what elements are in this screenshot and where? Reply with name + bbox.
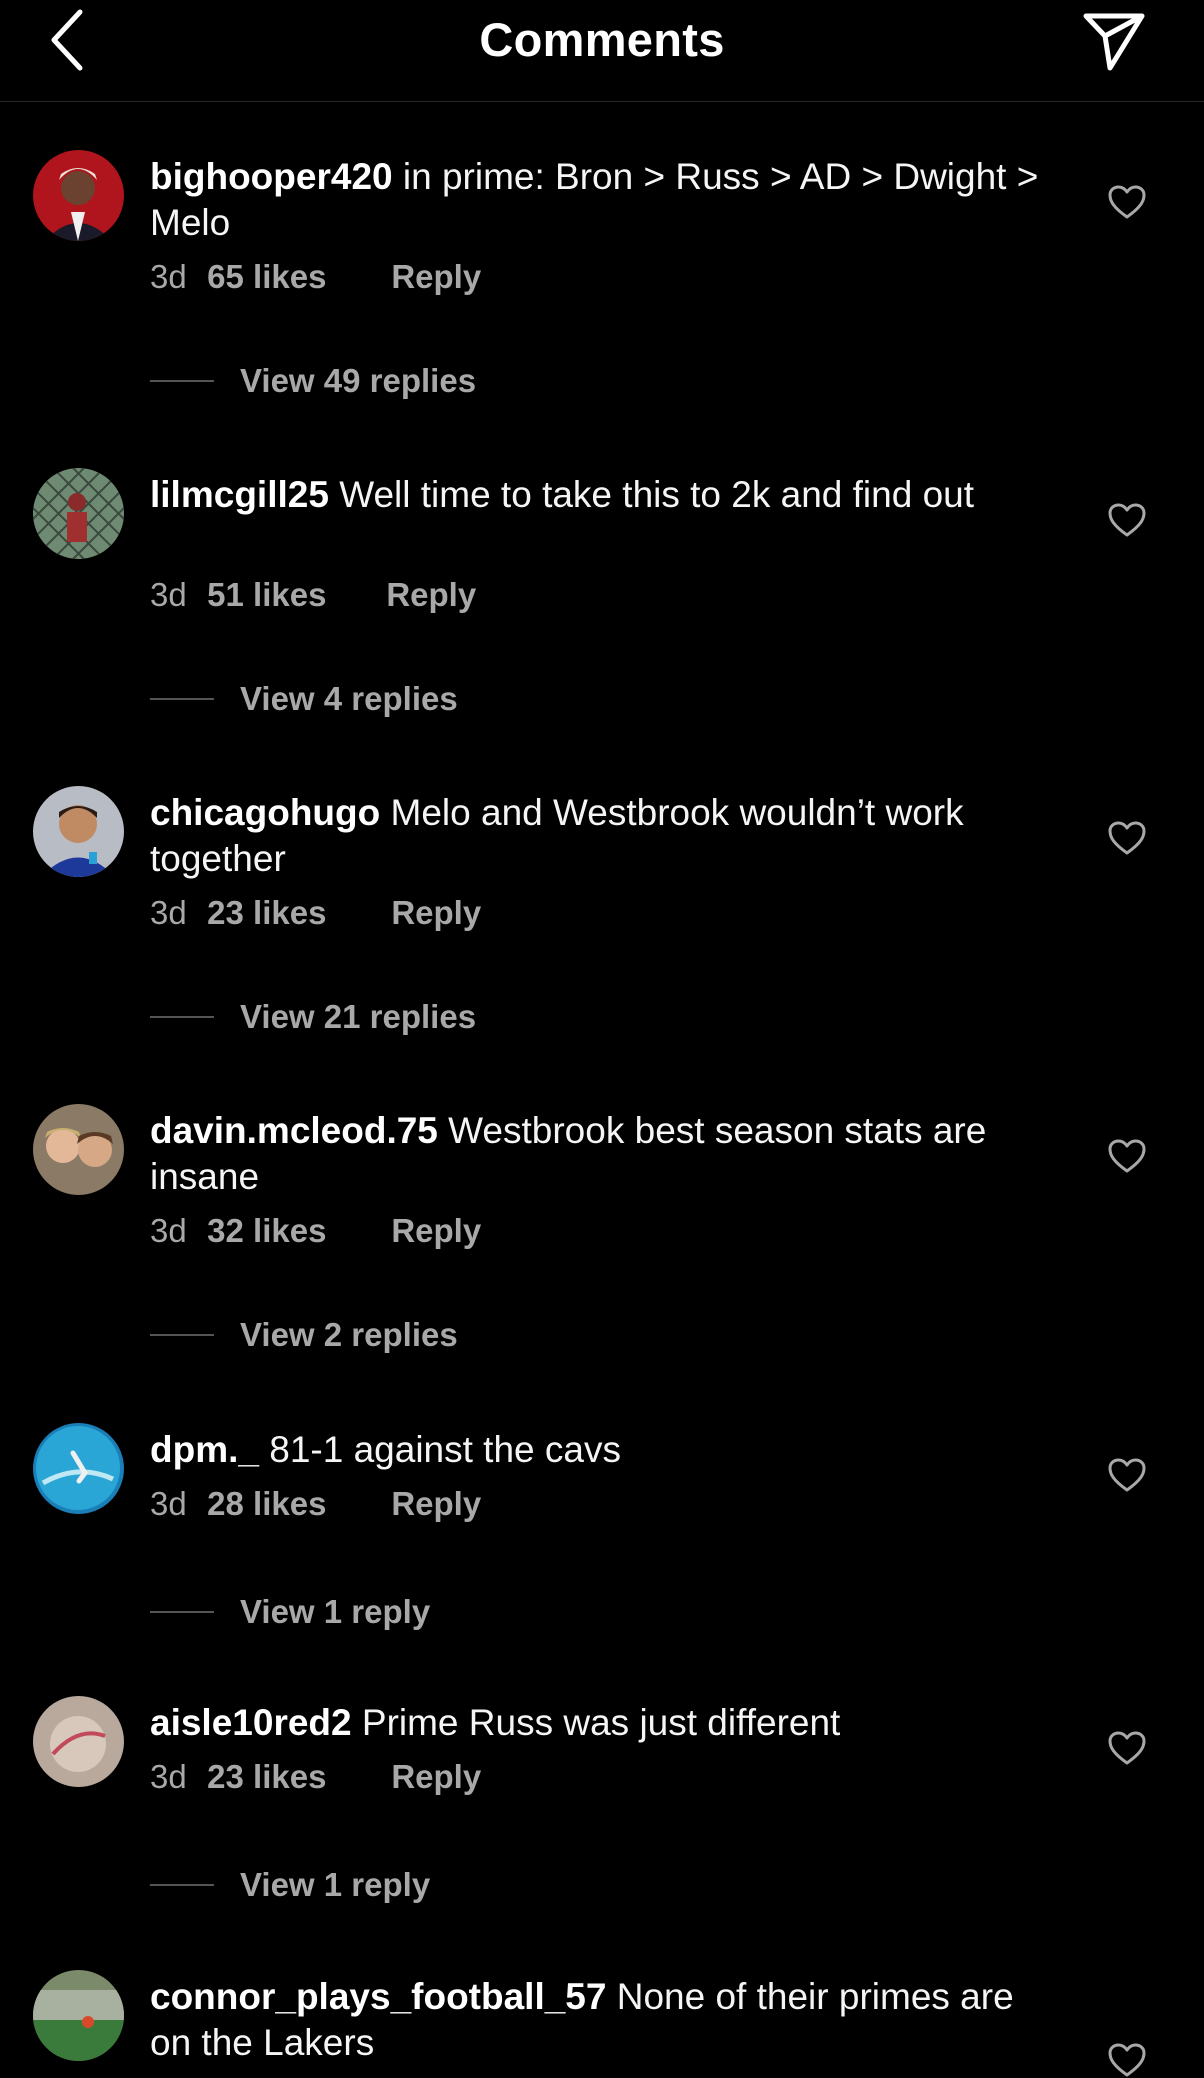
reply-button[interactable]: Reply [391,1212,481,1250]
comment-meta: 3d 28 likes Reply [150,1485,481,1523]
view-replies-button[interactable]: View 4 replies [150,680,458,718]
comment-likes[interactable]: 23 likes [207,1758,382,1796]
comment-username[interactable]: chicagohugo [150,792,380,833]
heart-icon[interactable] [1107,1730,1147,1766]
reply-button[interactable]: Reply [391,894,481,932]
reply-button[interactable]: Reply [391,258,481,296]
heart-icon[interactable] [1107,1457,1147,1493]
view-replies-button[interactable]: View 49 replies [150,362,476,400]
comment-content: 81-1 against the cavs [269,1429,621,1470]
comment-text: dpm._ 81-1 against the cavs [150,1427,1050,1473]
comment-likes[interactable]: 23 likes [207,894,382,932]
replies-divider [150,698,214,701]
view-replies-label: View 49 replies [240,362,477,399]
comment-meta: 3d 51 likes Reply [150,576,476,614]
heart-icon[interactable] [1107,820,1147,856]
reply-button[interactable]: Reply [391,1485,481,1523]
reply-button[interactable]: Reply [386,576,476,614]
comment-time: 3d [150,1212,187,1249]
reply-button[interactable]: Reply [391,1758,481,1796]
comment-time: 3d [150,576,187,613]
avatar[interactable] [33,468,124,559]
comment-likes[interactable]: 65 likes [207,258,382,296]
comment-username[interactable]: davin.mcleod.75 [150,1110,438,1151]
comment-meta: 3d 65 likes Reply [150,258,481,296]
comment-text: davin.mcleod.75 Westbrook best season st… [150,1108,1050,1200]
view-replies-label: View 1 reply [240,1593,431,1630]
comment-text: chicagohugo Melo and Westbrook wouldn’t … [150,790,1050,882]
comment-time: 3d [150,258,187,295]
comment-text: aisle10red2 Prime Russ was just differen… [150,1700,1050,1746]
paper-plane-icon [1083,13,1145,71]
avatar[interactable] [33,150,124,241]
avatar[interactable] [33,1970,124,2061]
avatar[interactable] [33,1423,124,1514]
comment-time: 3d [150,1485,187,1522]
heart-icon[interactable] [1107,184,1147,220]
comment-likes[interactable]: 28 likes [207,1485,382,1523]
view-replies-label: View 2 replies [240,1316,458,1353]
comment-username[interactable]: bighooper420 [150,156,393,197]
comment-content: Prime Russ was just different [361,1702,841,1743]
view-replies-button[interactable]: View 2 replies [150,1316,458,1354]
comment-meta: 3d 23 likes Reply [150,1758,481,1796]
heart-icon[interactable] [1107,1138,1147,1174]
heart-icon[interactable] [1107,502,1147,538]
replies-divider [150,1334,214,1337]
replies-divider [150,1611,214,1614]
replies-divider [150,1016,214,1019]
comment-username[interactable]: dpm._ [150,1429,259,1470]
heart-icon[interactable] [1107,2042,1147,2078]
view-replies-label: View 21 replies [240,998,477,1035]
comment-text: bighooper420 in prime: Bron > Russ > AD … [150,154,1050,246]
view-replies-label: View 4 replies [240,680,458,717]
view-replies-label: View 1 reply [240,1866,431,1903]
avatar[interactable] [33,786,124,877]
page-title: Comments [479,13,725,66]
avatar[interactable] [33,1696,124,1787]
comment-likes[interactable]: 32 likes [207,1212,382,1250]
comment-username[interactable]: connor_plays_football_57 [150,1976,606,2017]
comment-time: 3d [150,894,187,931]
avatar[interactable] [33,1104,124,1195]
top-bar: Comments [0,0,1204,102]
comment-meta: 3d 23 likes Reply [150,894,481,932]
share-button[interactable] [1080,6,1148,74]
replies-divider [150,380,214,383]
comment-meta: 3d 32 likes Reply [150,1212,481,1250]
comment-content: Well time to take this to 2k and find ou… [339,474,975,515]
comment-time: 3d [150,1758,187,1795]
view-replies-button[interactable]: View 1 reply [150,1866,430,1904]
comment-text: lilmcgill25 Well time to take this to 2k… [150,472,1050,518]
view-replies-button[interactable]: View 21 replies [150,998,476,1036]
view-replies-button[interactable]: View 1 reply [150,1593,430,1631]
comment-username[interactable]: aisle10red2 [150,1702,352,1743]
comment-text: connor_plays_football_57 None of their p… [150,1974,1050,2066]
comment-likes[interactable]: 51 likes [207,576,377,614]
comment-username[interactable]: lilmcgill25 [150,474,329,515]
replies-divider [150,1884,214,1887]
